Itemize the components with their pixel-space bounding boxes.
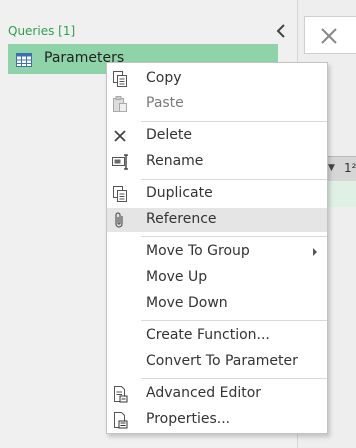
properties-icon [111,411,129,429]
menu-item-label: Convert To Parameter [146,353,298,369]
delete-icon [111,127,129,145]
cancel-formula-icon[interactable] [319,26,339,50]
column-cell [326,181,356,207]
menu-item-label: Copy [146,70,182,86]
menu-item-advanced-editor[interactable]: Advanced Editor [107,382,327,406]
menu-item-rename[interactable]: Rename [107,150,327,174]
menu-item-properties[interactable]: Properties... [107,408,327,432]
column-header[interactable]: ▼ 1² [326,156,356,181]
menu-item-move-up[interactable]: Move Up [107,266,327,290]
context-menu: Copy Paste Delete Rename Duplicate Refer… [106,62,328,434]
menu-item-reference[interactable]: Reference [107,208,327,232]
menu-item-label: Paste [146,95,184,111]
submenu-arrow-icon [313,248,317,256]
menu-item-label: Properties... [146,411,231,427]
menu-item-delete[interactable]: Delete [107,124,327,148]
queries-header: Queries [1] [8,24,76,38]
copy-icon [111,70,129,88]
table-icon [16,52,32,71]
menu-separator [141,320,327,321]
menu-item-label: Delete [146,127,192,143]
reference-icon [111,211,129,229]
formula-bar[interactable] [304,16,356,54]
menu-item-duplicate[interactable]: Duplicate [107,182,327,206]
menu-item-move-down[interactable]: Move Down [107,292,327,316]
menu-item-label: Duplicate [146,185,213,201]
menu-item-label: Move Down [146,295,228,311]
menu-separator [141,179,327,180]
menu-item-create-function[interactable]: Create Function... [107,324,327,348]
menu-item-label: Create Function... [146,327,270,343]
menu-item-copy[interactable]: Copy [107,67,327,91]
menu-separator [141,378,327,379]
menu-item-move-to-group[interactable]: Move To Group [107,240,327,264]
paste-icon [111,95,129,113]
rename-icon [111,153,129,171]
menu-item-paste[interactable]: Paste [107,92,327,116]
menu-item-label: Advanced Editor [146,385,262,401]
column-dropdown-icon[interactable]: ▼ [328,163,335,173]
collapse-pane-chevron-icon[interactable] [272,22,292,40]
advanced-editor-icon [111,385,129,403]
menu-item-label: Move Up [146,269,208,285]
duplicate-icon [111,185,129,203]
menu-item-label: Reference [146,211,217,227]
menu-item-label: Rename [146,153,204,169]
menu-item-convert-to-parameter[interactable]: Convert To Parameter [107,350,327,374]
menu-item-label: Move To Group [146,243,250,259]
column-type-label: 1² [344,161,356,175]
menu-separator [141,121,327,122]
menu-separator [141,236,327,237]
